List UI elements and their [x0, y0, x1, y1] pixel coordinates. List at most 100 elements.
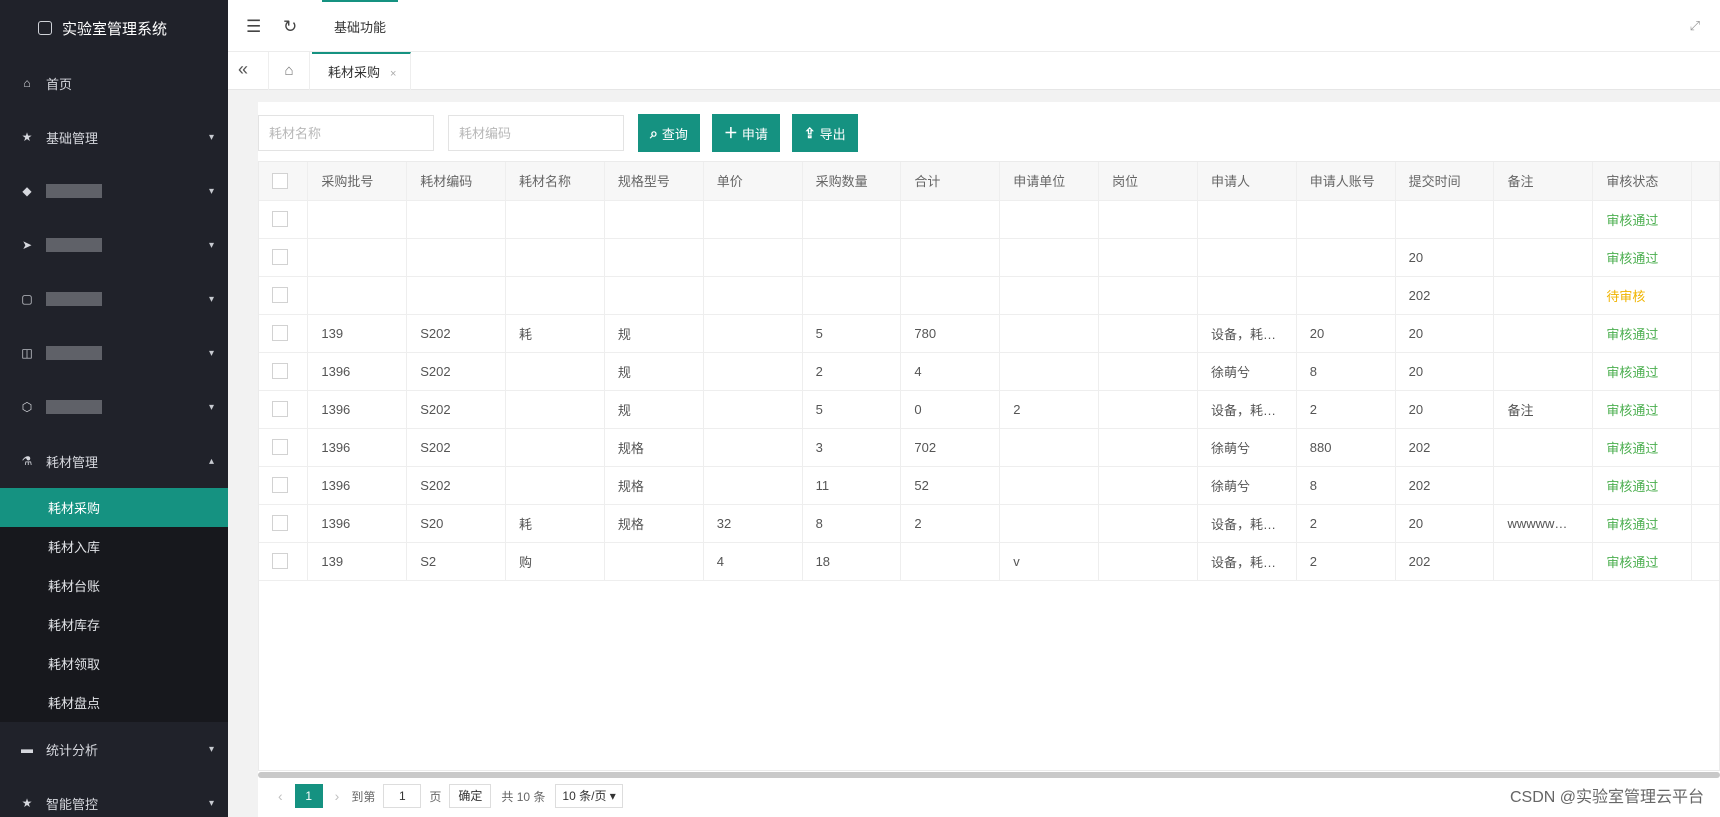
- book-icon: ◫: [21, 346, 33, 360]
- col-header[interactable]: 单价: [703, 162, 803, 201]
- table-cell: 5: [802, 390, 902, 429]
- table-cell: [406, 276, 507, 315]
- col-header[interactable]: 提交时间: [1395, 162, 1495, 201]
- sidebar-item-label: 基础管理: [46, 130, 99, 146]
- sidebar-item-basic[interactable]: ★ 基础管理 ▾: [0, 110, 228, 164]
- table-cell: [1098, 200, 1198, 239]
- table-cell: [999, 352, 1100, 391]
- sidebar-item-home[interactable]: ⌂ 首页: [0, 56, 228, 110]
- sidebar-item-redacted-2[interactable]: ➤ ▾: [0, 218, 228, 272]
- table-row[interactable]: 202 待审核: [259, 276, 1719, 315]
- tab-purchase[interactable]: 耗材采购 ×: [312, 52, 412, 90]
- data-table: 采购批号 耗材编码 耗材名称 规格型号 单价 采购数量 合计 申请单位 岗位 申…: [258, 161, 1720, 771]
- goto-page-input[interactable]: 1: [383, 784, 422, 808]
- table-row[interactable]: 审核通过: [259, 200, 1719, 239]
- sidebar-item-redacted-5[interactable]: ⬡ ▾: [0, 380, 228, 434]
- table-row[interactable]: 1396 S202 规 2 4 徐萌兮 8 20 审核通过: [259, 352, 1719, 391]
- col-header[interactable]: 规格型号: [604, 162, 704, 201]
- col-header[interactable]: 申请人账号: [1296, 162, 1396, 201]
- row-checkbox[interactable]: [272, 477, 288, 494]
- collapse-tabs-icon[interactable]: «: [238, 59, 248, 80]
- sidebar-item-consumables[interactable]: ⚗ 耗材管理 ▴: [0, 434, 228, 488]
- col-header[interactable]: 审核状态: [1592, 162, 1693, 201]
- row-checkbox[interactable]: [272, 401, 288, 418]
- table-cell: wwwww…: [1493, 504, 1594, 543]
- row-checkbox[interactable]: [272, 553, 288, 570]
- refresh-icon[interactable]: ↻: [283, 17, 297, 37]
- table-row[interactable]: 139 S2 购 4 18 v 设备，耗… 2 202 审核通过: [259, 542, 1719, 581]
- table-cell: [505, 276, 605, 315]
- col-header[interactable]: 申请单位: [999, 162, 1100, 201]
- sidebar-subitem-receive[interactable]: 耗材领取: [0, 644, 228, 683]
- goto-label: 到第: [351, 789, 376, 804]
- table-row[interactable]: 1396 S202 规格 3 702 徐萌兮 880 202 审核通过: [259, 428, 1719, 467]
- select-all-checkbox[interactable]: [272, 173, 288, 190]
- col-header[interactable]: 岗位: [1098, 162, 1198, 201]
- col-header[interactable]: 采购批号: [307, 162, 408, 201]
- sidebar-subitem-ledger[interactable]: 耗材台账: [0, 566, 228, 605]
- table-row[interactable]: 1396 S20 耗规格 32 8 2 设备，耗… 2 20 wwwww… 审核通过: [259, 504, 1719, 543]
- home-tab-icon[interactable]: ⌂: [268, 52, 310, 90]
- col-header[interactable]: 合计: [900, 162, 1001, 201]
- status-cell: 审核通过: [1592, 200, 1693, 239]
- row-checkbox[interactable]: [272, 211, 288, 228]
- table-cell: [703, 466, 803, 505]
- table-cell: [1493, 314, 1594, 353]
- row-checkbox[interactable]: [272, 287, 288, 304]
- table-cell: [999, 314, 1100, 353]
- table-cell: [900, 200, 1001, 239]
- sidebar-subitem-inbound[interactable]: 耗材入库: [0, 527, 228, 566]
- table-cell: [1493, 276, 1594, 315]
- brand[interactable]: 实验室管理系统: [0, 0, 228, 56]
- sidebar-subitem-stock[interactable]: 耗材库存: [0, 605, 228, 644]
- next-page-icon[interactable]: ›: [335, 788, 340, 804]
- col-header[interactable]: 耗材编码: [406, 162, 507, 201]
- query-button[interactable]: ⌕ 查询: [638, 114, 700, 152]
- close-icon[interactable]: ×: [390, 68, 396, 80]
- table-row[interactable]: 1396 S202 规格 11 52 徐萌兮 8 202 审核通过: [259, 466, 1719, 505]
- row-select-cell: [259, 276, 309, 315]
- code-search-input[interactable]: [448, 115, 624, 151]
- row-checkbox[interactable]: [272, 515, 288, 532]
- table-cell: S202: [406, 428, 507, 467]
- sidebar-item-smart-control[interactable]: ★ 智能管控 ▾: [0, 776, 228, 817]
- table-row[interactable]: 1396 S202 规 5 0 2 设备，耗… 2 20 备注 审核通过: [259, 390, 1719, 429]
- table-cell: [703, 390, 803, 429]
- table-cell: S2: [406, 542, 507, 581]
- table-cell: 1396: [307, 466, 408, 505]
- row-checkbox[interactable]: [272, 439, 288, 456]
- table-cell: 徐萌兮: [1197, 428, 1297, 467]
- name-search-input[interactable]: [258, 115, 434, 151]
- col-header[interactable]: 申请人: [1197, 162, 1297, 201]
- table-row[interactable]: 139 S202 耗规 5 780 设备，耗… 20 20 审核通过: [259, 314, 1719, 353]
- sidebar-subitem-purchase[interactable]: 耗材采购: [0, 488, 228, 527]
- current-page[interactable]: 1: [294, 784, 323, 808]
- top-nav-basic[interactable]: 基础功能: [322, 0, 399, 52]
- prev-page-icon[interactable]: ‹: [278, 788, 283, 804]
- layers-icon: ◆: [22, 184, 32, 198]
- export-button[interactable]: ⇪ 导出: [791, 114, 858, 152]
- fullscreen-icon[interactable]: ⤢: [1690, 18, 1700, 34]
- page-size-select[interactable]: 10 条/页 ▾: [555, 784, 623, 808]
- menu-toggle-icon[interactable]: ☰: [246, 17, 261, 37]
- col-header[interactable]: 耗材名称: [505, 162, 605, 201]
- sidebar-item-redacted-1[interactable]: ◆ ▾: [0, 164, 228, 218]
- col-header[interactable]: 采购数量: [802, 162, 902, 201]
- goto-confirm-button[interactable]: 确定: [449, 784, 492, 808]
- table-cell: 20: [1296, 314, 1396, 353]
- sidebar-item-statistics[interactable]: ▬ 统计分析 ▾: [0, 722, 228, 776]
- col-header[interactable]: 备注: [1493, 162, 1594, 201]
- sidebar-item-redacted-3[interactable]: ▢ ▾: [0, 272, 228, 326]
- table-cell: 1396: [307, 428, 408, 467]
- table-cell: [1296, 238, 1396, 277]
- sidebar-subitem-inventory[interactable]: 耗材盘点: [0, 683, 228, 722]
- apply-button[interactable]: ＋申请: [711, 114, 780, 152]
- table-row[interactable]: 20 审核通过: [259, 238, 1719, 277]
- horizontal-scrollbar[interactable]: [258, 772, 1720, 778]
- row-checkbox[interactable]: [272, 249, 288, 266]
- search-icon: ⌕: [650, 124, 658, 141]
- sidebar-item-redacted-4[interactable]: ◫ ▾: [0, 326, 228, 380]
- table-cell: 702: [900, 428, 1001, 467]
- row-checkbox[interactable]: [272, 325, 288, 342]
- row-checkbox[interactable]: [272, 363, 288, 380]
